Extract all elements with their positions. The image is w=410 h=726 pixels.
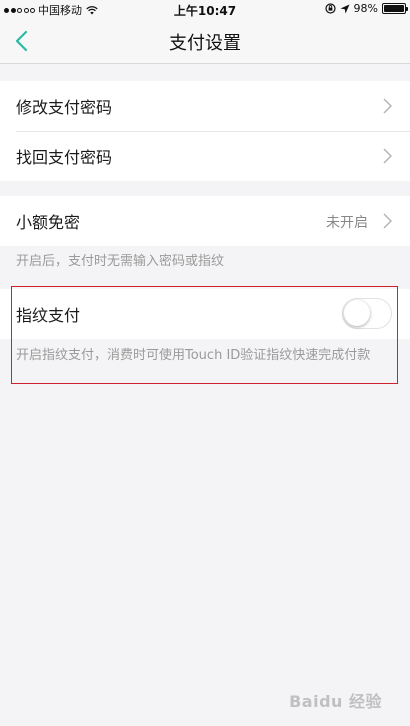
- status-bar: 中国移动 上午10:47 98%: [0, 0, 410, 18]
- status-right: 98%: [324, 2, 408, 15]
- small-amount-hint: 开启后，支付时无需输入密码或指纹: [16, 254, 225, 269]
- recover-password-row[interactable]: 找回支付密码: [0, 131, 410, 181]
- fingerprint-group: 指纹支付: [0, 289, 410, 339]
- battery-icon: [382, 3, 408, 14]
- rotation-lock-icon: [324, 3, 336, 14]
- fingerprint-row: 指纹支付: [0, 289, 410, 339]
- watermark: Baidu 经验: [289, 692, 382, 711]
- screen: 中国移动 上午10:47 98% 支付设置 修改支付密码 找回支付密码 小额免密…: [0, 0, 410, 726]
- small-amount-group: 小额免密 未开启: [0, 196, 410, 246]
- fingerprint-toggle[interactable]: [342, 298, 392, 329]
- chevron-right-icon: [383, 98, 392, 114]
- navigation-bar: 支付设置: [0, 18, 410, 64]
- chevron-right-icon: [383, 148, 392, 164]
- password-group: 修改支付密码 找回支付密码: [0, 81, 410, 181]
- fingerprint-hint: 开启指纹支付，消费时可使用Touch ID验证指纹快速完成付款: [16, 348, 371, 363]
- recover-password-label: 找回支付密码: [16, 148, 113, 167]
- small-amount-label: 小额免密: [16, 213, 81, 232]
- battery-fill: [384, 5, 404, 12]
- toggle-knob: [344, 300, 370, 326]
- small-amount-row[interactable]: 小额免密 未开启: [0, 196, 410, 246]
- battery-percent: 98%: [353, 2, 378, 15]
- fingerprint-label: 指纹支付: [16, 306, 81, 325]
- page-title: 支付设置: [169, 33, 241, 54]
- location-icon: [340, 4, 350, 13]
- chevron-right-icon: [383, 213, 392, 229]
- change-password-label: 修改支付密码: [16, 98, 113, 117]
- small-amount-status: 未开启: [326, 215, 368, 231]
- change-password-row[interactable]: 修改支付密码: [0, 81, 410, 131]
